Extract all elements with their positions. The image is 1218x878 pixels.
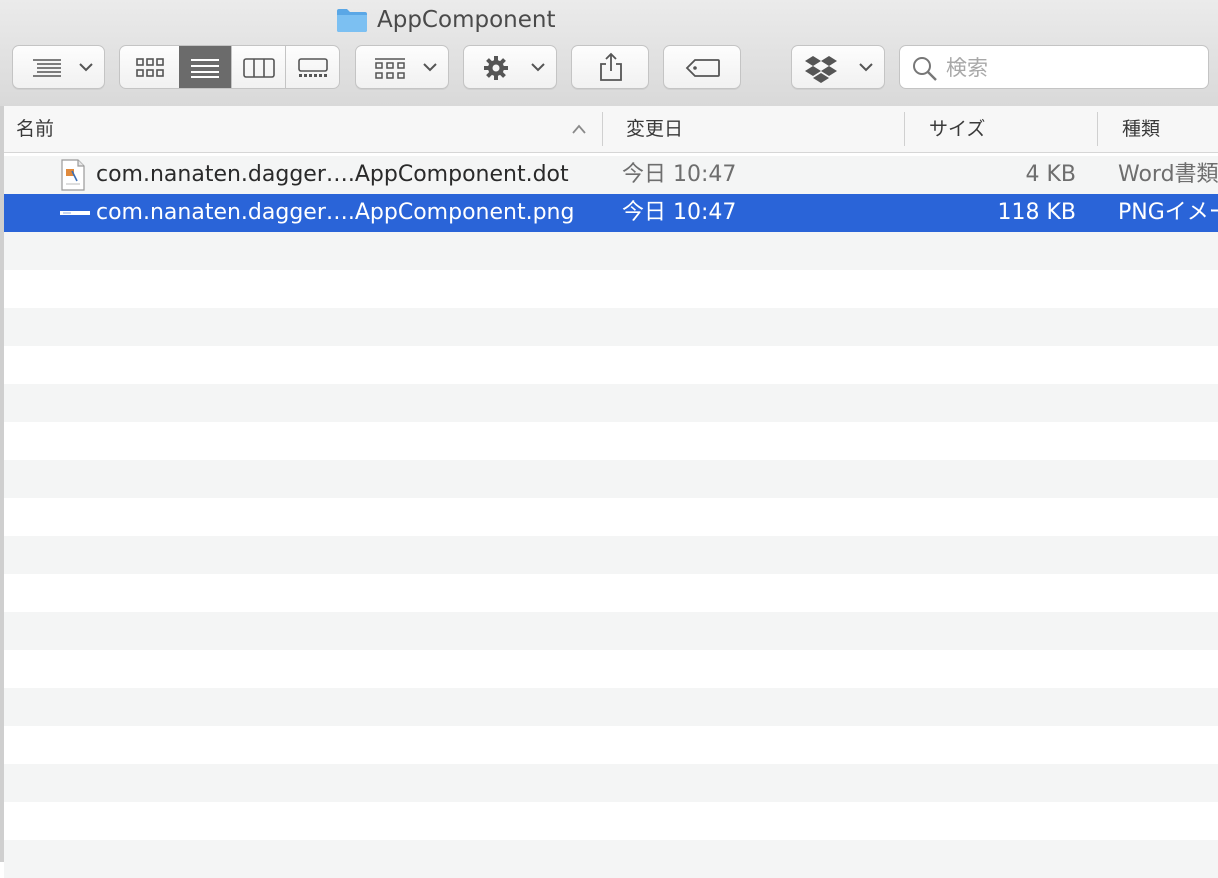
- window-title: AppComponent: [377, 7, 556, 33]
- view-mode-control: [119, 45, 340, 89]
- gallery-icon: [298, 58, 328, 77]
- file-row[interactable]: com.nanaten.dagger….AppComponent.dot 今日 …: [4, 156, 1218, 194]
- gear-icon: [484, 56, 508, 80]
- gallery-view-button[interactable]: [286, 46, 339, 88]
- search-field[interactable]: [899, 45, 1209, 89]
- dropbox-icon: [805, 56, 837, 83]
- tag-icon: [685, 59, 720, 77]
- file-size: 118 KB: [997, 200, 1076, 225]
- chevron-down-icon: [859, 63, 873, 72]
- list-view-button[interactable]: [179, 46, 231, 88]
- file-date: 今日 10:47: [622, 162, 737, 187]
- file-name: com.nanaten.dagger….AppComponent.dot: [96, 162, 569, 187]
- grid-icon: [136, 58, 164, 77]
- group-grid-icon: [375, 58, 405, 79]
- file-list: com.nanaten.dagger….AppComponent.dot 今日 …: [4, 156, 1218, 878]
- dropbox-menu-button[interactable]: [791, 45, 885, 89]
- file-date: 今日 10:47: [622, 200, 737, 225]
- file-kind: PNGイメージ: [1118, 200, 1218, 225]
- chevron-down-icon: [531, 63, 545, 72]
- group-menu-button[interactable]: [355, 45, 449, 89]
- document-icon: [61, 159, 85, 191]
- column-size-header[interactable]: サイズ: [917, 106, 1097, 152]
- share-icon: [600, 52, 622, 81]
- icon-view-button[interactable]: [120, 46, 178, 88]
- search-input[interactable]: [944, 52, 1198, 84]
- column-name-header[interactable]: 名前: [4, 106, 602, 152]
- folder-icon: [336, 7, 368, 37]
- image-file-icon: [60, 211, 90, 215]
- list-lines-icon: [33, 59, 61, 77]
- window-title-area: AppComponent: [0, 5, 1218, 35]
- search-icon: [913, 57, 937, 81]
- columns-icon: [243, 58, 275, 78]
- arrange-menu-button[interactable]: [12, 45, 105, 89]
- toolbar: AppComponent: [0, 0, 1218, 107]
- column-date-header[interactable]: 変更日: [614, 106, 904, 152]
- file-kind: Word書類: [1118, 162, 1218, 187]
- column-kind-header[interactable]: 種類: [1110, 106, 1218, 152]
- sort-ascending-icon: [572, 124, 586, 134]
- share-button[interactable]: [571, 45, 649, 89]
- action-menu-button[interactable]: [463, 45, 557, 89]
- file-size: 4 KB: [1025, 162, 1076, 187]
- column-view-button[interactable]: [232, 46, 285, 88]
- chevron-down-icon: [423, 63, 437, 72]
- column-header: 名前 変更日 サイズ 種類: [4, 106, 1218, 153]
- file-row-selected[interactable]: com.nanaten.dagger….AppComponent.png 今日 …: [4, 194, 1218, 232]
- chevron-down-icon: [79, 63, 93, 72]
- list-icon: [191, 59, 219, 78]
- file-name: com.nanaten.dagger….AppComponent.png: [96, 200, 575, 225]
- tag-button[interactable]: [663, 45, 741, 89]
